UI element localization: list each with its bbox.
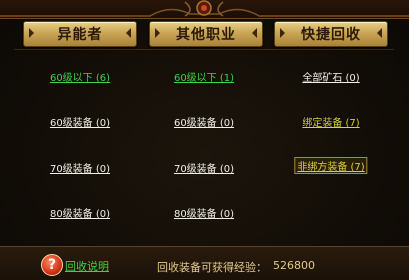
bound-equipment-link[interactable]: 绑定装备 (7) [302,114,359,129]
header-quick-recycle-label: 快捷回收 [301,27,361,43]
question-mark-icon[interactable]: ? [41,254,63,276]
header-left-arrow-icon [155,28,160,38]
recycle-panel: 异能者 其他职业 快捷回收 60级以下 (6) 60级装备 (0) 70级装备 … [0,0,409,280]
header-left-arrow-icon [280,28,285,38]
exp-value: 526800 [273,259,315,272]
header-right-arrow-icon [377,28,382,38]
exp-label: 回收装备可获得经验： [157,261,267,274]
top-ornament [0,0,409,19]
ornament-graphic [0,0,409,17]
other-level70-link[interactable]: 70级装备 (0) [174,160,234,175]
other-level80-link[interactable]: 80级装备 (0) [174,205,234,220]
recycle-help-link[interactable]: 回收说明 [65,258,109,274]
header-right-arrow-icon [126,28,131,38]
header-other-classes: 其他职业 [149,21,263,47]
esper-level70-link[interactable]: 70级装备 (0) [50,160,110,175]
header-left-arrow-icon [29,28,34,38]
other-below-60-link[interactable]: 60级以下 (1) [174,69,234,84]
esper-level60-link[interactable]: 60级装备 (0) [50,114,110,129]
all-ores-link[interactable]: 全部矿石 (0) [302,69,359,84]
other-level60-link[interactable]: 60级装备 (0) [174,114,234,129]
header-quick-recycle: 快捷回收 [274,21,388,47]
header-other-classes-label: 其他职业 [176,27,236,43]
header-right-arrow-icon [252,28,257,38]
header-esper-label: 异能者 [57,27,103,43]
esper-level80-link[interactable]: 80级装备 (0) [50,205,110,220]
esper-below-60-link[interactable]: 60级以下 (6) [50,69,110,84]
header-separator [14,49,394,50]
unbound-equipment-link[interactable]: 非绑方装备 (7) [294,157,368,174]
header-esper: 异能者 [23,21,137,47]
